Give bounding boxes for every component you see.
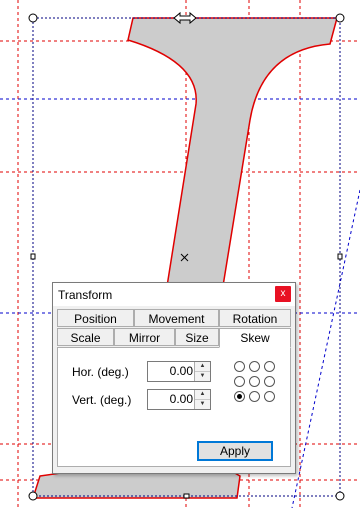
anchor-bottom-left[interactable] bbox=[234, 391, 245, 402]
tab-mirror[interactable]: Mirror bbox=[114, 328, 175, 346]
vertical-skew-label: Vert. (deg.) bbox=[72, 393, 132, 407]
dialog-title: Transform bbox=[58, 288, 113, 302]
tab-position[interactable]: Position bbox=[57, 309, 134, 327]
horizontal-skew-label: Hor. (deg.) bbox=[72, 365, 129, 379]
dialog-titlebar[interactable]: Transform x bbox=[53, 283, 295, 306]
transform-dialog: Transform x Position Movement Rotation S… bbox=[52, 282, 296, 474]
vertical-skew-value[interactable]: 0.00 bbox=[170, 392, 193, 406]
tab-skew[interactable]: Skew bbox=[219, 328, 291, 348]
vertical-skew-stepper[interactable]: 0.00 ▲ ▼ bbox=[147, 389, 211, 410]
anchor-top-center[interactable] bbox=[249, 361, 260, 372]
anchor-middle-left[interactable] bbox=[234, 376, 245, 387]
tab-size[interactable]: Size bbox=[175, 328, 219, 346]
tab-scale[interactable]: Scale bbox=[57, 328, 114, 346]
spin-down-icon[interactable]: ▼ bbox=[195, 372, 210, 381]
anchor-middle-right[interactable] bbox=[264, 376, 275, 387]
anchor-middle-center[interactable] bbox=[249, 376, 260, 387]
horizontal-skew-value[interactable]: 0.00 bbox=[170, 364, 193, 378]
close-icon: x bbox=[280, 288, 286, 299]
horizontal-skew-stepper[interactable]: 0.00 ▲ ▼ bbox=[147, 361, 211, 382]
anchor-top-right[interactable] bbox=[264, 361, 275, 372]
tab-movement[interactable]: Movement bbox=[134, 309, 219, 327]
anchor-bottom-center[interactable] bbox=[249, 391, 260, 402]
stepper-arrows: ▲ ▼ bbox=[194, 362, 210, 381]
spin-up-icon[interactable]: ▲ bbox=[195, 390, 210, 400]
apply-button[interactable]: Apply bbox=[197, 441, 273, 461]
tab-rotation[interactable]: Rotation bbox=[219, 309, 291, 327]
close-button[interactable]: x bbox=[275, 286, 291, 302]
spin-down-icon[interactable]: ▼ bbox=[195, 400, 210, 409]
anchor-top-left[interactable] bbox=[234, 361, 245, 372]
anchor-bottom-right[interactable] bbox=[264, 391, 275, 402]
spin-up-icon[interactable]: ▲ bbox=[195, 362, 210, 372]
stepper-arrows: ▲ ▼ bbox=[194, 390, 210, 409]
